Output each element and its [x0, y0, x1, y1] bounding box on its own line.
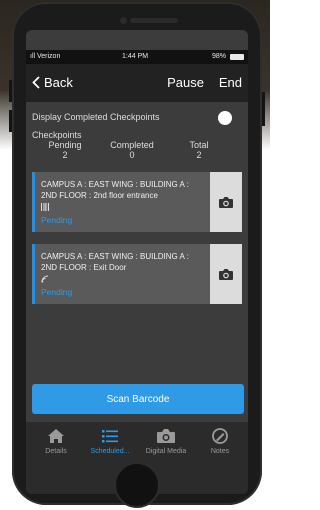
total-label: Total [189, 140, 209, 150]
checkpoint-stats: Pending 2 Completed 0 Total 2 [32, 140, 232, 160]
back-button[interactable]: Back [32, 75, 73, 90]
front-camera [120, 17, 127, 24]
camera-icon [219, 196, 233, 208]
camera-icon [219, 268, 233, 280]
checkpoint-status: Pending [41, 287, 73, 297]
pause-button[interactable]: Pause [167, 75, 204, 90]
status-bar: ıll Verizon 1:44 PM 98% [26, 50, 248, 64]
checkpoint-status: Pending [41, 215, 73, 225]
photo-button[interactable] [210, 244, 242, 304]
display-completed-label: Display Completed Checkpoints [32, 112, 160, 122]
checkpoint-card[interactable]: CAMPUS A : EAST WING : BUILDING A : 2ND … [32, 172, 242, 232]
barcode-icon [41, 203, 49, 211]
checkpoints-panel: Display Completed Checkpoints Checkpoint… [32, 108, 242, 304]
battery-label: 98% [211, 53, 226, 60]
nfc-icon [41, 275, 49, 283]
navigation-bar: Back Pause End [26, 64, 248, 102]
app-screen: ıll Verizon 1:44 PM 98% Back Pause End D… [26, 30, 248, 494]
house-icon [48, 429, 64, 443]
list-icon [102, 430, 118, 443]
tab-label: Digital Media [145, 448, 187, 455]
end-button[interactable]: End [219, 75, 242, 90]
completed-label: Completed [110, 140, 154, 150]
display-completed-row: Display Completed Checkpoints [32, 108, 242, 128]
display-completed-toggle[interactable] [218, 111, 232, 125]
volume-button [9, 110, 12, 132]
completed-stat: Completed 0 [99, 140, 165, 160]
power-button [262, 92, 265, 126]
note-icon [212, 428, 228, 444]
time-label: 1:44 PM [122, 53, 149, 60]
battery-icon [230, 54, 244, 60]
photo-button[interactable] [210, 172, 242, 232]
pending-value: 2 [62, 150, 68, 160]
tab-notes[interactable]: Notes [192, 428, 248, 455]
tab-label: Details [45, 448, 67, 455]
tab-digital-media[interactable]: Digital Media [138, 428, 194, 455]
volume-button [9, 80, 12, 102]
home-button[interactable] [114, 462, 160, 508]
speaker [130, 18, 178, 23]
tab-scheduled[interactable]: Scheduled... [82, 428, 138, 455]
carrier-label: ıll Verizon [30, 53, 61, 60]
camera-icon [157, 429, 175, 443]
checkpoints-title: Checkpoints [32, 130, 82, 140]
pending-label: Pending [48, 140, 82, 150]
completed-value: 0 [129, 150, 135, 160]
tab-details[interactable]: Details [28, 428, 84, 455]
back-label: Back [44, 75, 73, 90]
checkpoint-text: CAMPUS A : EAST WING : BUILDING A : 2ND … [41, 180, 189, 200]
chevron-left-icon [32, 76, 40, 89]
checkpoint-text: CAMPUS A : EAST WING : BUILDING A : 2ND … [41, 252, 189, 272]
total-stat: Total 2 [166, 140, 232, 160]
total-value: 2 [196, 150, 202, 160]
checkpoint-card[interactable]: CAMPUS A : EAST WING : BUILDING A : 2ND … [32, 244, 242, 304]
pending-stat: Pending 2 [32, 140, 98, 160]
scan-barcode-button[interactable]: Scan Barcode [32, 384, 244, 414]
tab-label: Scheduled... [90, 448, 130, 455]
tab-label: Notes [210, 448, 230, 455]
